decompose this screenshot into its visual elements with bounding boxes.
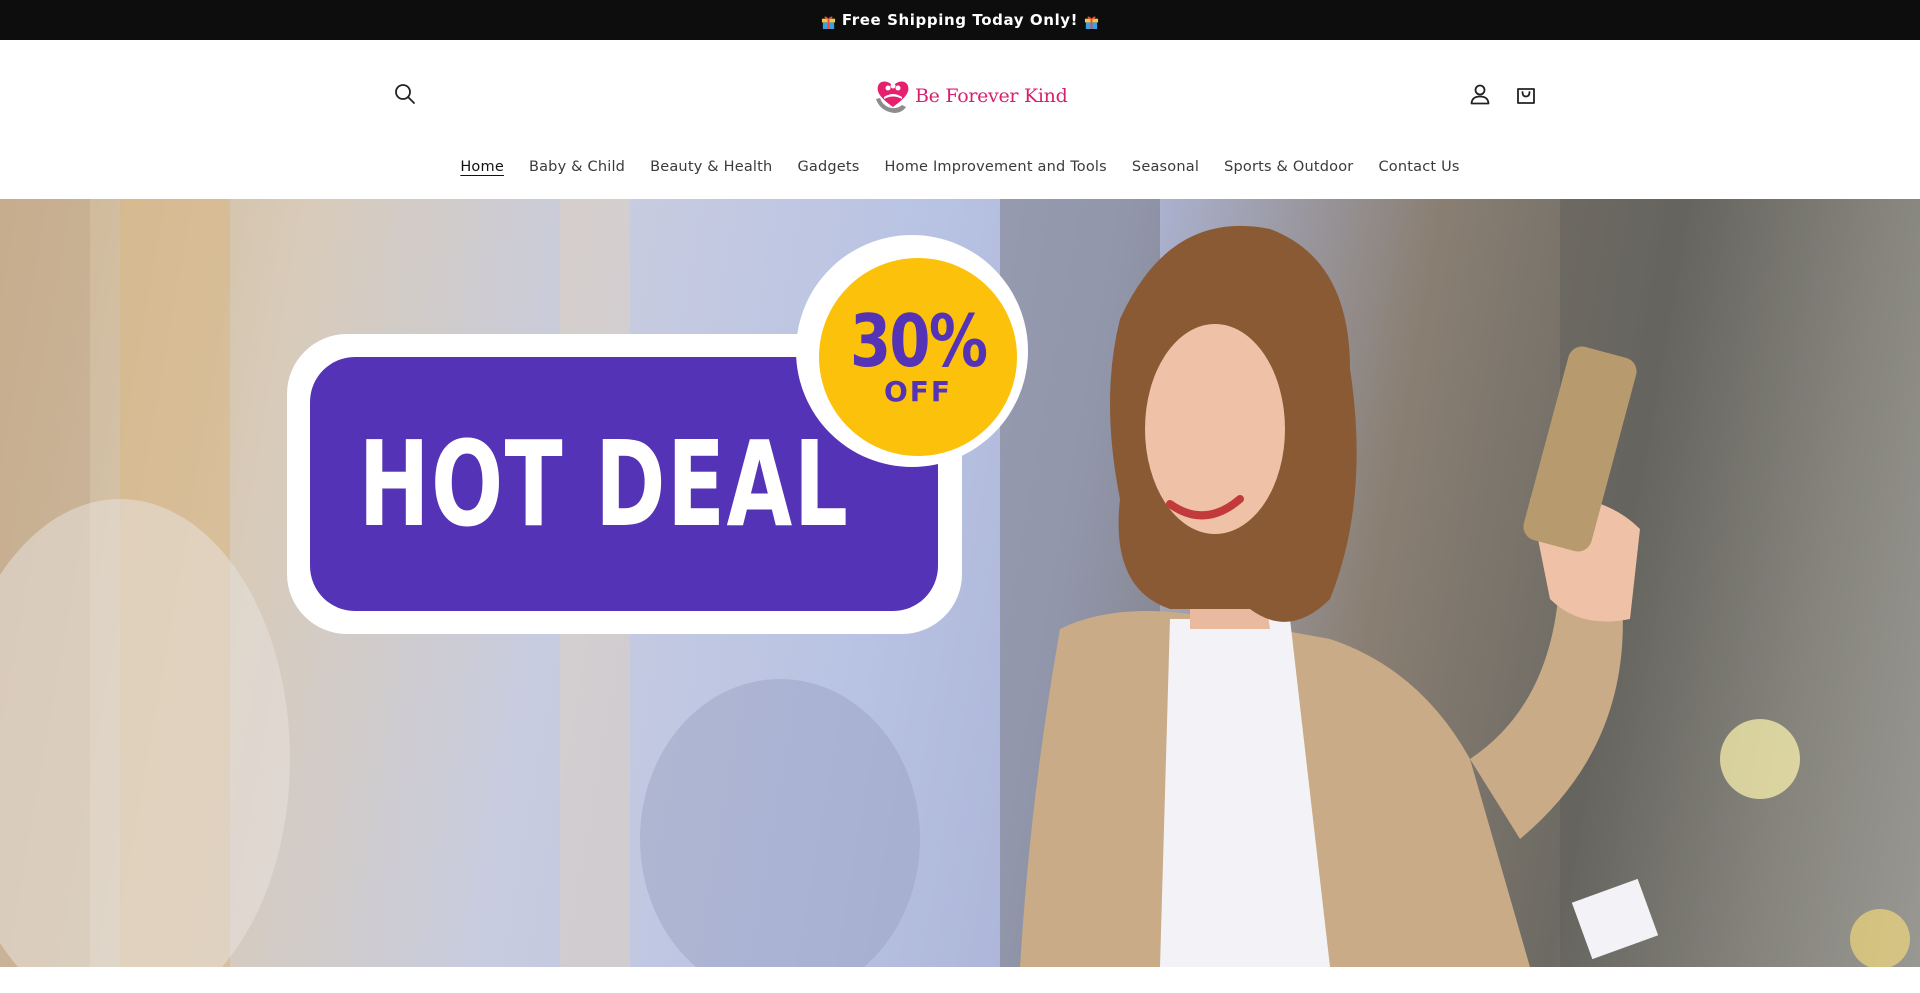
nav-item-seasonal[interactable]: Seasonal — [1119, 153, 1211, 181]
badge-title: HOT DEAL — [358, 415, 850, 553]
hero-banner[interactable]: HOT DEAL 30% OFF — [0, 199, 1920, 967]
heart-hand-logo-icon — [876, 81, 909, 113]
search-button[interactable] — [387, 76, 423, 112]
main-navigation: Home Baby & Child Beauty & Health Gadget… — [0, 153, 1920, 181]
nav-item-home-improvement[interactable]: Home Improvement and Tools — [872, 153, 1119, 181]
discount-circle: 30% OFF — [819, 258, 1017, 456]
account-icon — [1470, 84, 1490, 105]
search-icon — [395, 84, 415, 104]
nav-item-home[interactable]: Home — [448, 153, 517, 181]
nav-item-baby-child[interactable]: Baby & Child — [516, 153, 637, 181]
hot-deal-badge: HOT DEAL 30% OFF — [287, 235, 1042, 637]
announcement-bar: Free Shipping Today Only! — [0, 0, 1920, 40]
discount-percent: 30% — [849, 299, 988, 383]
nav-item-contact-us[interactable]: Contact Us — [1366, 153, 1472, 181]
cart-icon — [1517, 88, 1535, 104]
gift-icon — [821, 16, 835, 29]
nav-item-beauty-health[interactable]: Beauty & Health — [638, 153, 785, 181]
cart-button[interactable] — [1508, 76, 1544, 112]
page-bottom-area — [0, 967, 1920, 993]
site-logo[interactable]: Be Forever Kind — [872, 75, 1068, 117]
nav-item-sports-outdoor[interactable]: Sports & Outdoor — [1212, 153, 1366, 181]
nav-item-gadgets[interactable]: Gadgets — [785, 153, 872, 181]
logo-text: Be Forever Kind — [915, 85, 1068, 107]
announcement-text: Free Shipping Today Only! — [841, 11, 1079, 29]
gift-icon — [1085, 16, 1099, 29]
account-button[interactable] — [1462, 76, 1498, 112]
site-header: Be Forever Kind Home Baby & Child Beauty… — [0, 40, 1920, 199]
